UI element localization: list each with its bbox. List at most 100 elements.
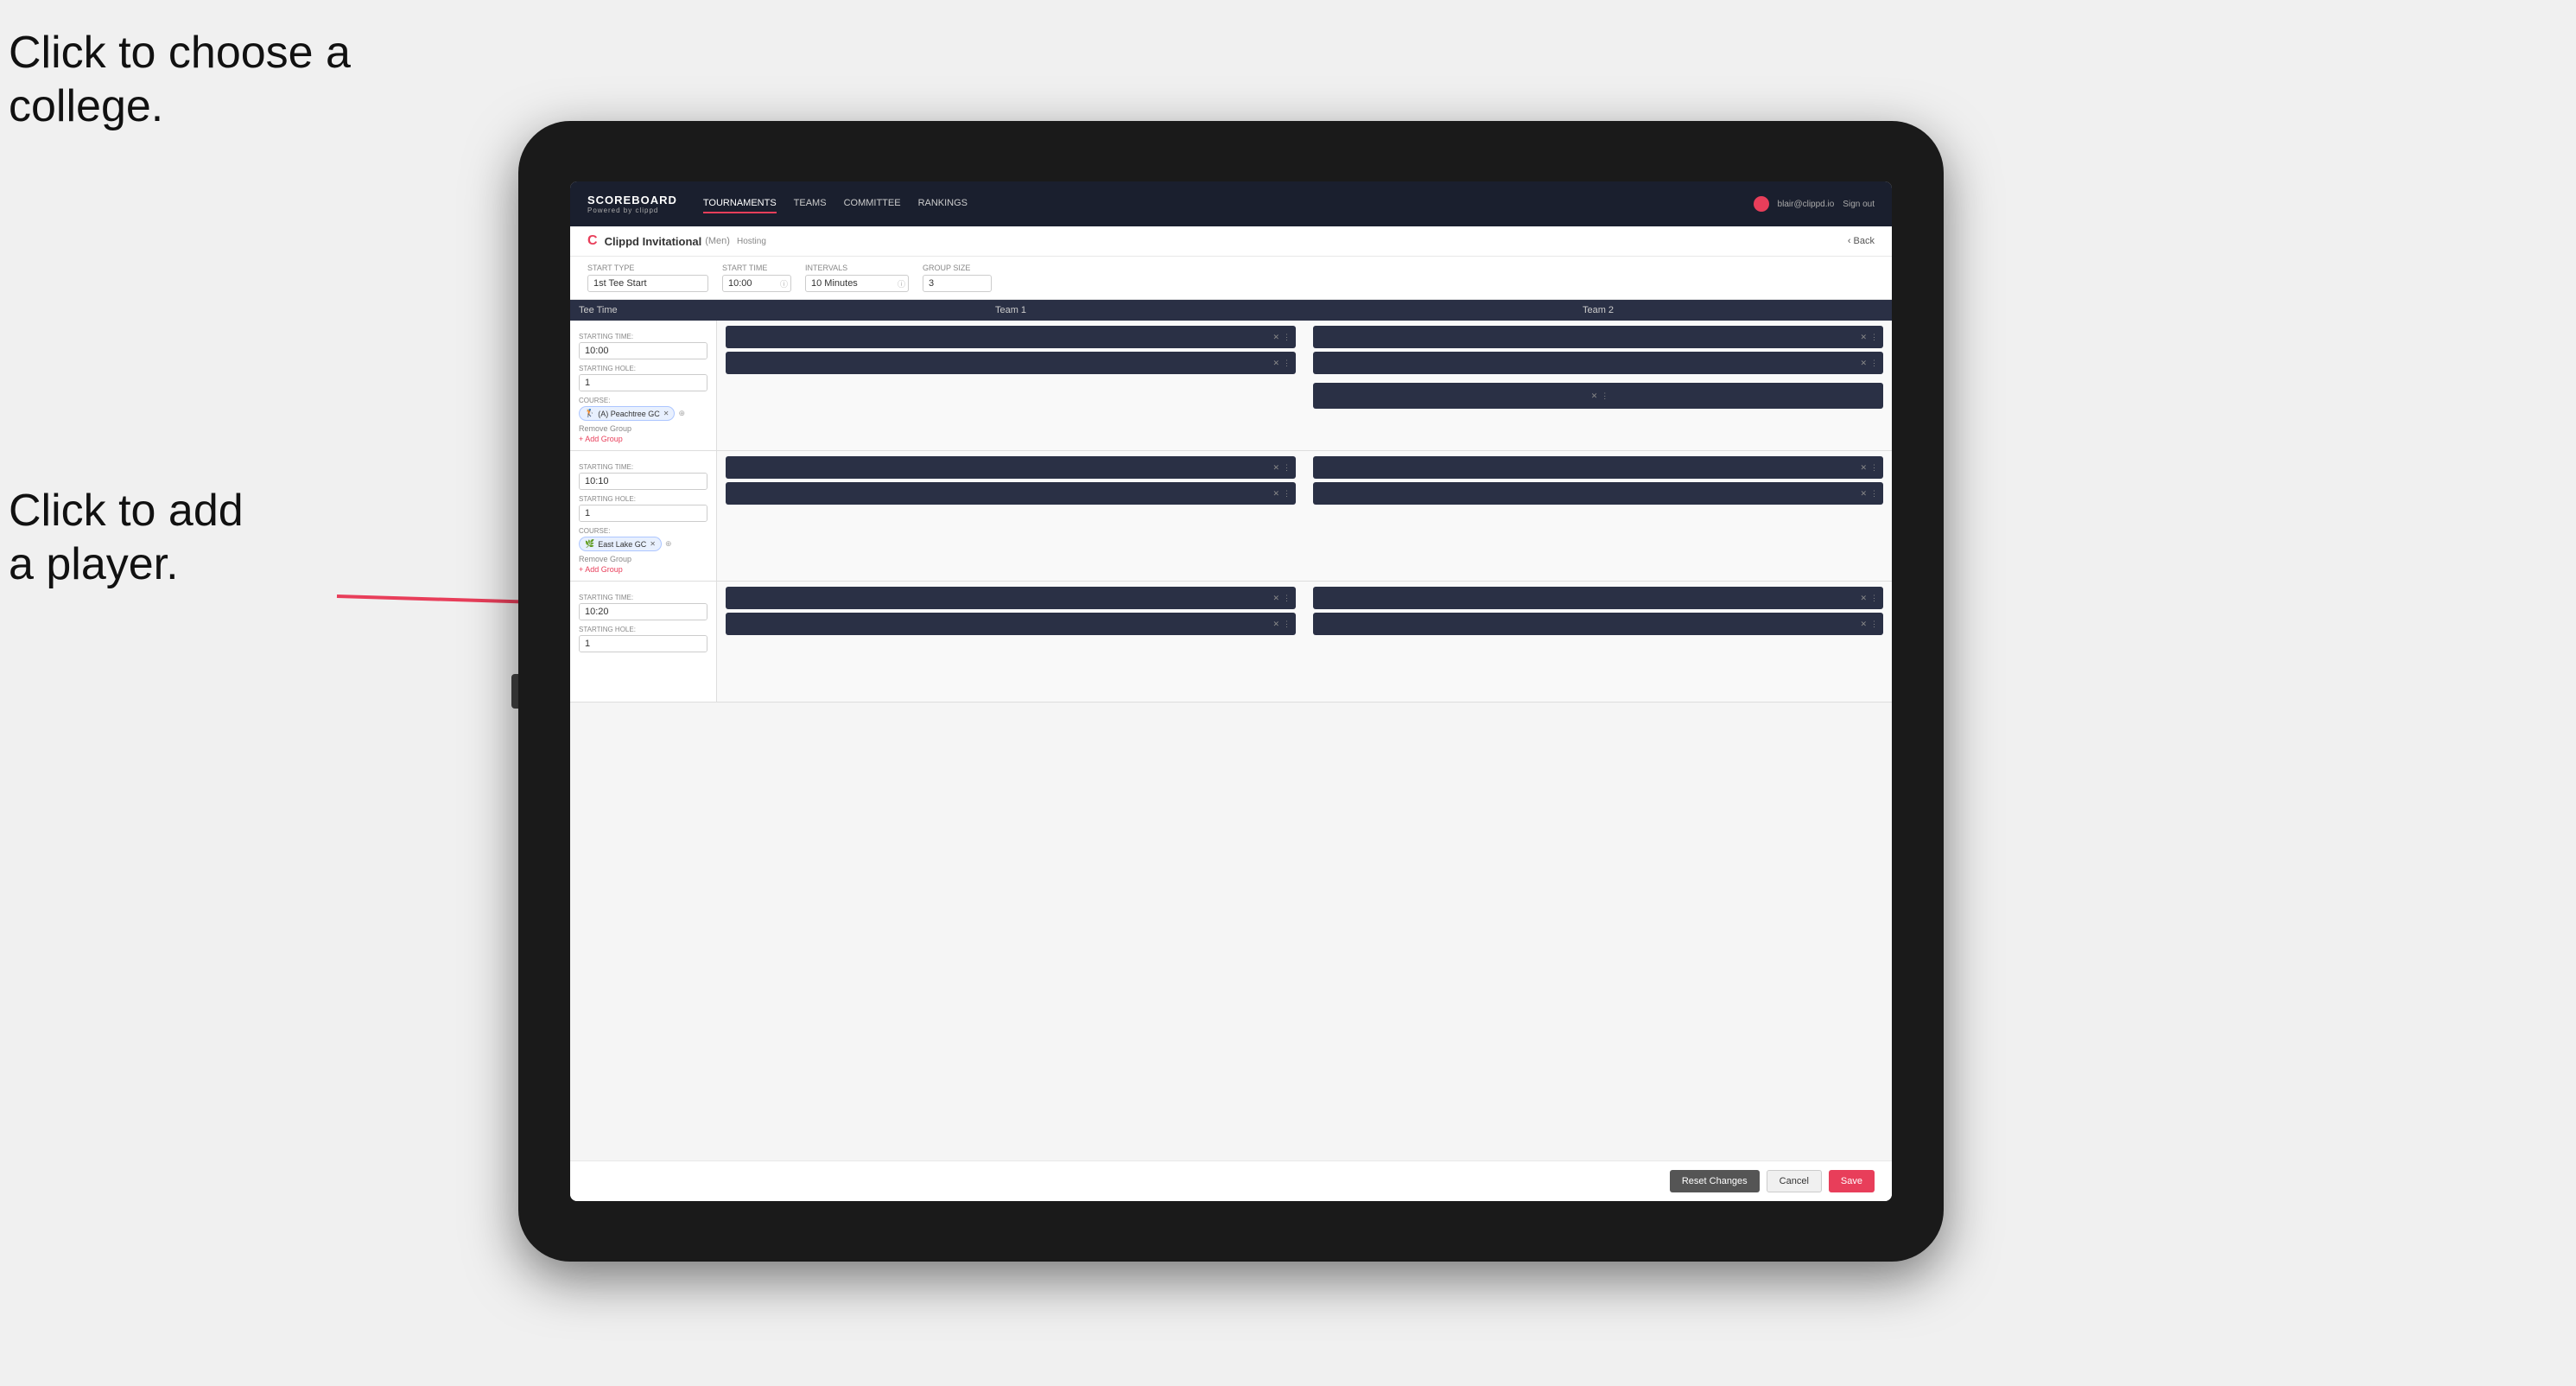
clippd-logo-icon: C — [587, 233, 598, 249]
player-remove-2-1[interactable]: ✕ — [1860, 333, 1867, 342]
powered-by-text: Powered by clippd — [587, 207, 677, 214]
player-remove-1-2[interactable]: ✕ — [1272, 359, 1279, 368]
remove-group-btn-1[interactable]: Remove Group — [579, 424, 707, 433]
intervals-select[interactable]: 10 Minutes — [805, 275, 909, 292]
player-more-3-1[interactable]: ⋮ — [1283, 463, 1291, 473]
remove-group-btn-2[interactable]: Remove Group — [579, 555, 707, 563]
player-remove-5-1[interactable]: ✕ — [1272, 594, 1279, 603]
course-tag-remove-2[interactable]: ✕ — [650, 540, 656, 548]
add-group-btn-2[interactable]: + Add Group — [579, 565, 707, 574]
player-remove-3-2[interactable]: ✕ — [1272, 489, 1279, 499]
player-more-3-2[interactable]: ⋮ — [1283, 489, 1291, 499]
starting-hole-label-3: STARTING HOLE: — [579, 626, 707, 633]
starting-time-label-1: STARTING TIME: — [579, 333, 707, 340]
course-player-row-2[interactable]: ✕ ⋮ — [1313, 383, 1883, 409]
player-more-4-1[interactable]: ⋮ — [1870, 463, 1878, 473]
annotation-text-1: Click to choose a college. — [9, 28, 351, 131]
main-content[interactable]: STARTING TIME: ⏱ STARTING HOLE: ▲ ▼ COUR… — [570, 321, 1892, 1160]
add-group-btn-1[interactable]: + Add Group — [579, 435, 707, 443]
player-row-5-1[interactable]: ✕ ⋮ — [726, 587, 1296, 609]
group-size-input-wrap: 3 — [923, 275, 992, 292]
player-more-6-1[interactable]: ⋮ — [1870, 594, 1878, 603]
player-remove-4-2[interactable]: ✕ — [1860, 489, 1867, 499]
course-remove-2[interactable]: ✕ — [1591, 391, 1598, 401]
course-tag-1[interactable]: 🏌 (A) Peachtree GC ✕ — [579, 406, 675, 421]
player-more-5-2[interactable]: ⋮ — [1283, 620, 1291, 629]
player-row-1-1[interactable]: ✕ ⋮ — [726, 326, 1296, 348]
starting-hole-select-2: ▲ ▼ — [579, 505, 707, 522]
back-button[interactable]: ‹ Back — [1848, 236, 1875, 246]
tee-left-3: STARTING TIME: ⏱ STARTING HOLE: ▲ ▼ — [570, 582, 717, 702]
player-row-2-2[interactable]: ✕ ⋮ — [1313, 352, 1883, 374]
main-nav: TOURNAMENTS TEAMS COMMITTEE RANKINGS — [703, 194, 1754, 213]
player-row-6-2[interactable]: ✕ ⋮ — [1313, 613, 1883, 635]
team2-col-2: ✕ ⋮ ✕ ⋮ — [1304, 451, 1892, 581]
start-type-select[interactable]: 1st Tee Start — [587, 275, 708, 292]
course-tag-add-1[interactable]: ⊕ — [678, 409, 685, 418]
player-remove-2-2[interactable]: ✕ — [1860, 359, 1867, 368]
save-button[interactable]: Save — [1829, 1170, 1875, 1192]
player-more-2-1[interactable]: ⋮ — [1870, 333, 1878, 342]
player-more-4-2[interactable]: ⋮ — [1870, 489, 1878, 499]
player-remove-1-1[interactable]: ✕ — [1272, 333, 1279, 342]
player-row-3-2[interactable]: ✕ ⋮ — [726, 482, 1296, 505]
nav-committee[interactable]: COMMITTEE — [844, 194, 901, 213]
nav-tournaments[interactable]: TOURNAMENTS — [703, 194, 777, 213]
player-row-1-2[interactable]: ✕ ⋮ — [726, 352, 1296, 374]
player-row-4-1[interactable]: ✕ ⋮ — [1313, 456, 1883, 479]
course-more-2[interactable]: ⋮ — [1601, 391, 1608, 401]
player-more-1-1[interactable]: ⋮ — [1283, 333, 1291, 342]
group-size-select[interactable]: 3 — [923, 275, 992, 292]
player-more-5-1[interactable]: ⋮ — [1283, 594, 1291, 603]
sign-out-btn[interactable]: Sign out — [1843, 200, 1875, 209]
player-more-6-2[interactable]: ⋮ — [1870, 620, 1878, 629]
starting-time-field-2[interactable] — [580, 474, 707, 489]
course-row-2: ✕ ⋮ — [1313, 383, 1883, 409]
start-time-input-wrap: ⓘ — [722, 275, 791, 292]
course-tag-remove-1[interactable]: ✕ — [663, 410, 669, 417]
course-tags-1: 🏌 (A) Peachtree GC ✕ ⊕ — [579, 406, 707, 421]
scoreboard-logo: SCOREBOARD Powered by clippd — [587, 194, 677, 214]
player-row-2-1[interactable]: ✕ ⋮ — [1313, 326, 1883, 348]
starting-hole-field-1[interactable] — [580, 375, 707, 391]
starting-time-field-1[interactable] — [580, 343, 707, 359]
player-more-1-2[interactable]: ⋮ — [1283, 359, 1291, 368]
cancel-button[interactable]: Cancel — [1767, 1170, 1822, 1192]
starting-hole-field-2[interactable] — [580, 505, 707, 521]
reset-changes-button[interactable]: Reset Changes — [1670, 1170, 1760, 1192]
starting-hole-field-3[interactable] — [580, 636, 707, 652]
player-more-2-2[interactable]: ⋮ — [1870, 359, 1878, 368]
player-remove-6-2[interactable]: ✕ — [1860, 620, 1867, 629]
th-team2: Team 2 — [1304, 305, 1892, 315]
tournament-title: Clippd Invitational — [605, 235, 702, 248]
tee-left-1: STARTING TIME: ⏱ STARTING HOLE: ▲ ▼ COUR… — [570, 321, 717, 450]
user-avatar — [1754, 196, 1769, 212]
course-tag-icon-1: 🏌 — [585, 409, 594, 418]
settings-row: Start Type 1st Tee Start Start Time ⓘ In… — [570, 257, 1892, 300]
player-row-5-2[interactable]: ✕ ⋮ — [726, 613, 1296, 635]
tee-row-3: STARTING TIME: ⏱ STARTING HOLE: ▲ ▼ — [570, 582, 1892, 703]
starting-time-input-2: ⏱ — [579, 473, 707, 490]
starting-hole-label-1: STARTING HOLE: — [579, 365, 707, 372]
player-row-4-2[interactable]: ✕ ⋮ — [1313, 482, 1883, 505]
th-team1: Team 1 — [717, 305, 1304, 315]
team2-col-3: ✕ ⋮ ✕ ⋮ — [1304, 582, 1892, 702]
player-remove-3-1[interactable]: ✕ — [1272, 463, 1279, 473]
player-row-3-1[interactable]: ✕ ⋮ — [726, 456, 1296, 479]
player-remove-6-1[interactable]: ✕ — [1860, 594, 1867, 603]
side-button — [511, 674, 518, 709]
player-remove-4-1[interactable]: ✕ — [1860, 463, 1867, 473]
course-tag-2[interactable]: 🌿 East Lake GC ✕ — [579, 537, 662, 551]
footer: Reset Changes Cancel Save — [570, 1160, 1892, 1201]
user-email: blair@clippd.io — [1778, 200, 1835, 209]
course-label-1: COURSE: — [579, 397, 707, 404]
starting-time-field-3[interactable] — [580, 604, 707, 620]
starting-time-input-1: ⏱ — [579, 342, 707, 359]
add-group-label-2: Add Group — [585, 565, 623, 574]
player-row-6-1[interactable]: ✕ ⋮ — [1313, 587, 1883, 609]
start-type-label: Start Type — [587, 264, 708, 272]
nav-rankings[interactable]: RANKINGS — [918, 194, 968, 213]
course-tag-add-2[interactable]: ⊕ — [665, 539, 672, 549]
nav-teams[interactable]: TEAMS — [794, 194, 827, 213]
player-remove-5-2[interactable]: ✕ — [1272, 620, 1279, 629]
